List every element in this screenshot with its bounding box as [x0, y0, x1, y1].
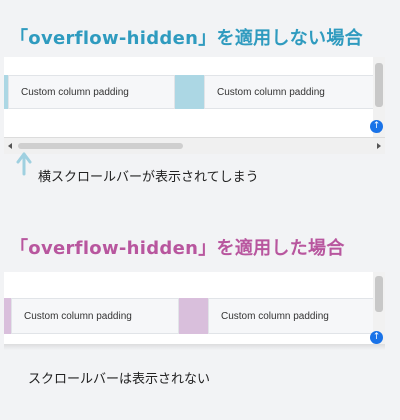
vertical-scrollbar-thumb[interactable] — [375, 276, 383, 312]
custom-column: Custom column padding — [208, 298, 376, 334]
preview-frame-with-overflow-hidden: Custom column padding Custom column padd… — [4, 272, 385, 344]
section-title-without-overflow-hidden: 「overflow-hidden」を適用しない場合 — [10, 28, 363, 49]
arrow-up-circle-icon[interactable]: ↑ — [370, 120, 383, 133]
custom-column: Custom column padding — [8, 75, 175, 109]
row-gutter-left — [4, 298, 11, 334]
column-gutter — [179, 298, 208, 334]
preview-frame-without-overflow-hidden: Custom column padding Custom column padd… — [4, 57, 385, 137]
horizontal-scrollbar[interactable] — [4, 137, 385, 154]
frame-bottom-shadow — [4, 344, 385, 350]
bootstrap-row: Custom column padding Custom column padd… — [4, 298, 385, 334]
horizontal-scrollbar-thumb[interactable] — [18, 143, 183, 149]
scroll-right-arrow-icon[interactable] — [377, 143, 381, 149]
vertical-scrollbar-thumb[interactable] — [375, 63, 383, 107]
caption-scrollbar-hidden: スクロールバーは表示されない — [28, 372, 211, 387]
arrow-up-icon — [16, 152, 32, 176]
section-title-with-overflow-hidden: 「overflow-hidden」を適用した場合 — [10, 238, 345, 259]
custom-column: Custom column padding — [204, 75, 374, 109]
column-gutter — [175, 75, 204, 109]
caption-scrollbar-shown: 横スクロールバーが表示されてしまう — [38, 170, 259, 185]
scroll-left-arrow-icon[interactable] — [8, 143, 12, 149]
custom-column: Custom column padding — [11, 298, 179, 334]
bootstrap-row: Custom column padding Custom column padd… — [4, 75, 385, 109]
arrow-up-circle-icon[interactable]: ↑ — [370, 331, 383, 344]
